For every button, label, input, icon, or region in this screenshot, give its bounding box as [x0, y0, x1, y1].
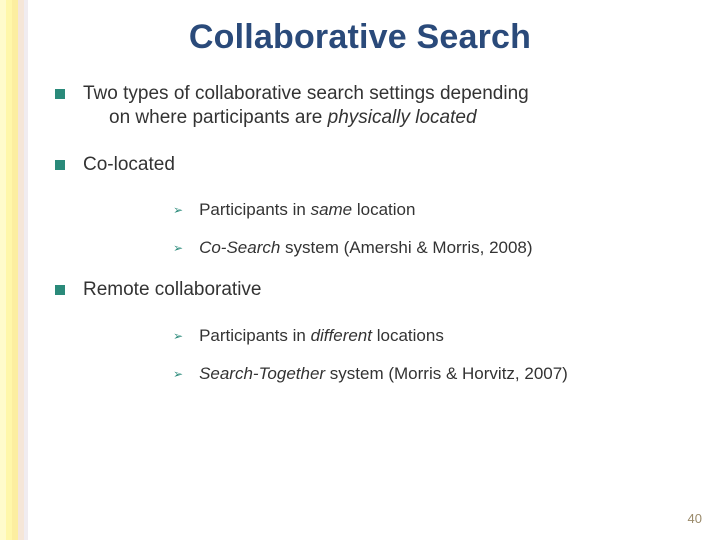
sub-bullet-text: Search-Together system (Morris & Horvitz… [199, 363, 695, 385]
remote-p1-pre: Participants in [199, 326, 311, 345]
square-bullet-icon [55, 89, 65, 99]
remote-p1-post: locations [372, 326, 444, 345]
intro-line1: Two types of collaborative search settin… [83, 83, 529, 104]
bullet-colocated: Co-located [55, 153, 695, 177]
co-p2-ital: Co-Search [199, 238, 280, 257]
remote-p1-ital: different [311, 326, 372, 345]
sub-bullet-text: Participants in same location [199, 199, 695, 221]
arrow-bullet-icon: ➢ [173, 241, 183, 256]
co-p1-ital: same [311, 200, 353, 219]
sub-bullet: ➢ Participants in different locations [173, 325, 695, 347]
sub-bullet: ➢ Co-Search system (Amershi & Morris, 20… [173, 237, 695, 259]
bullet-colocated-text: Co-located [83, 153, 695, 177]
sub-bullet: ➢ Participants in same location [173, 199, 695, 221]
remote-p2-ital: Search-Together [199, 364, 325, 383]
sub-bullet-text: Co-Search system (Amershi & Morris, 2008… [199, 237, 695, 259]
sub-bullet: ➢ Search-Together system (Morris & Horvi… [173, 363, 695, 385]
colocated-subitems: ➢ Participants in same location ➢ Co-Sea… [55, 199, 695, 259]
intro-line2-ital: physically located [328, 107, 477, 128]
co-p1-post: location [352, 200, 415, 219]
slide-body: Two types of collaborative search settin… [55, 82, 695, 404]
page-number: 40 [688, 511, 702, 526]
square-bullet-icon [55, 160, 65, 170]
co-p2-post: system (Amershi & Morris, 2008) [280, 238, 532, 257]
sub-bullet-text: Participants in different locations [199, 325, 695, 347]
bullet-remote-text: Remote collaborative [83, 278, 695, 302]
bullet-intro: Two types of collaborative search settin… [55, 82, 695, 131]
bullet-intro-text: Two types of collaborative search settin… [83, 82, 695, 131]
bullet-remote: Remote collaborative [55, 278, 695, 302]
remote-p2-post: system (Morris & Horvitz, 2007) [325, 364, 568, 383]
co-p1-pre: Participants in [199, 200, 311, 219]
arrow-bullet-icon: ➢ [173, 329, 183, 344]
remote-subitems: ➢ Participants in different locations ➢ … [55, 325, 695, 385]
arrow-bullet-icon: ➢ [173, 203, 183, 218]
bg-stripe [24, 0, 28, 540]
square-bullet-icon [55, 285, 65, 295]
intro-line2-prefix: on where participants are [109, 107, 328, 128]
arrow-bullet-icon: ➢ [173, 367, 183, 382]
slide-title: Collaborative Search [0, 18, 720, 57]
